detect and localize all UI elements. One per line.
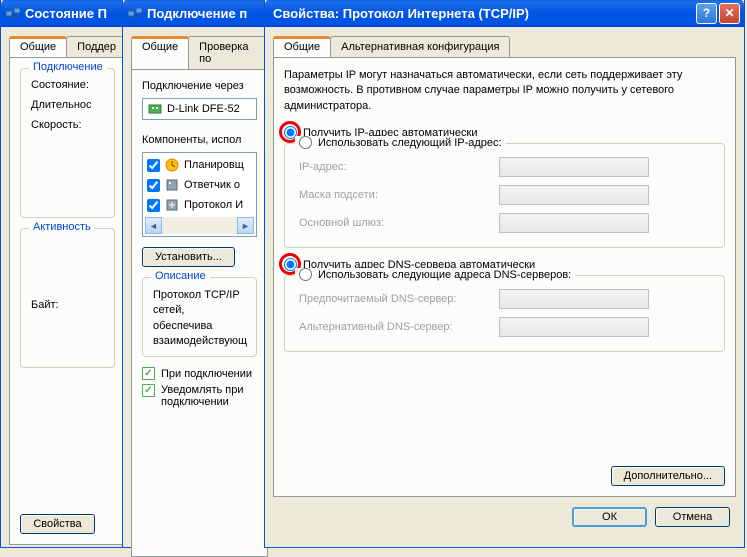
duration-label: Длительнос: [31, 99, 104, 111]
ok-button[interactable]: ОК: [572, 507, 647, 527]
component-checkbox[interactable]: [147, 179, 160, 192]
tab-general[interactable]: Общие: [273, 36, 331, 57]
title-text: Состояние П: [25, 6, 130, 21]
radio-label: Использовать следующий IP-адрес:: [318, 137, 502, 149]
notify-connect-check[interactable]: ✓ При подключении: [142, 367, 257, 380]
scroll-right-button[interactable]: ►: [237, 217, 254, 234]
ip-addr-label: IP-адрес:: [299, 161, 499, 173]
component-label: Планировщ: [184, 159, 244, 171]
component-checkbox[interactable]: [147, 159, 160, 172]
bytes-label: Байт:: [31, 299, 104, 311]
titlebar-tcpip[interactable]: Свойства: Протокол Интернета (TCP/IP) ? …: [265, 0, 744, 27]
tabs-conn: Общие Проверка по: [131, 36, 268, 69]
intro-text: Параметры IP могут назначаться автоматич…: [284, 68, 725, 114]
ip-mask-input: [499, 185, 649, 205]
scheduler-icon: [164, 157, 180, 173]
conn-via-label: Подключение через: [142, 80, 257, 92]
tab-auth[interactable]: Проверка по: [188, 36, 269, 69]
checkbox-icon: ✓: [142, 384, 155, 397]
tabs-tcpip: Общие Альтернативная конфигурация: [273, 36, 736, 57]
protocol-icon: [164, 197, 180, 213]
state-label: Состояние:: [31, 79, 104, 91]
description-group: Описание Протокол TCP/IP сетей, обеспечи…: [142, 277, 257, 357]
adapter-combo[interactable]: D-Link DFE-52: [142, 98, 257, 120]
network-icon: [5, 5, 21, 21]
desc-text: Протокол TCP/IP сетей, обеспечива взаимо…: [153, 288, 246, 350]
dns-manual-group: Использовать следующие адреса DNS-сервер…: [284, 275, 725, 352]
tab-general[interactable]: Общие: [131, 36, 189, 69]
components-list[interactable]: Планировщ Ответчик о Протокол И ◄ ►: [142, 152, 257, 237]
ip-gw-label: Основной шлюз:: [299, 217, 499, 229]
dns-pref-input: [499, 289, 649, 309]
nic-icon: [147, 101, 163, 117]
title-text: Подключение п: [147, 6, 272, 21]
components-label: Компоненты, испол: [142, 134, 257, 146]
desc-title: Описание: [151, 270, 210, 282]
dns-pref-label: Предпочитаемый DNS-сервер:: [299, 293, 499, 305]
radio-label: Использовать следующие адреса DNS-сервер…: [318, 269, 571, 281]
tab-support[interactable]: Поддер: [66, 36, 127, 57]
close-button[interactable]: ✕: [719, 3, 740, 24]
dialog-buttons: ОК Отмена: [265, 497, 744, 537]
tab-panel-status: Подключение Состояние: Длительнос Скорос…: [9, 57, 126, 545]
notify-limited-check[interactable]: ✓ Уведомлять при подключении: [142, 384, 257, 408]
ip-addr-input: [499, 157, 649, 177]
tab-panel-tcpip: Параметры IP могут назначаться автоматич…: [273, 57, 736, 497]
titlebar-conn[interactable]: Подключение п: [123, 0, 276, 27]
activity-group: Активность Байт:: [20, 228, 115, 368]
adapter-name: D-Link DFE-52: [167, 103, 252, 115]
speed-label: Скорость:: [31, 119, 104, 131]
checkbox-icon: ✓: [142, 367, 155, 380]
conn-group-title: Подключение: [29, 61, 107, 73]
ip-manual-group: Использовать следующий IP-адрес: IP-адре…: [284, 143, 725, 248]
tab-general[interactable]: Общие: [9, 36, 67, 57]
titlebar-status[interactable]: Состояние П: [1, 0, 134, 27]
connection-group: Подключение Состояние: Длительнос Скорос…: [20, 68, 115, 218]
advanced-button[interactable]: Дополнительно...: [611, 466, 725, 486]
tabs-status: Общие Поддер: [9, 36, 126, 57]
radio-dns-manual[interactable]: [299, 268, 312, 281]
tab-alt-config[interactable]: Альтернативная конфигурация: [330, 36, 510, 57]
list-item[interactable]: Планировщ: [145, 155, 254, 175]
dns-manual-radio[interactable]: Использовать следующие адреса DNS-сервер…: [295, 268, 575, 281]
dns-alt-label: Альтернативный DNS-сервер:: [299, 321, 499, 333]
scrollbar-horizontal[interactable]: ◄ ►: [145, 217, 254, 234]
network-icon: [127, 5, 143, 21]
check-label: Уведомлять при подключении: [161, 384, 243, 408]
ip-mask-label: Маска подсети:: [299, 189, 499, 201]
component-label: Ответчик о: [184, 179, 240, 191]
help-button[interactable]: ?: [696, 3, 717, 24]
cancel-button[interactable]: Отмена: [655, 507, 730, 527]
check-label: При подключении: [161, 368, 252, 380]
install-button[interactable]: Установить...: [142, 247, 235, 267]
component-checkbox[interactable]: [147, 199, 160, 212]
list-item[interactable]: Ответчик о: [145, 175, 254, 195]
list-item[interactable]: Протокол И: [145, 195, 254, 215]
dns-alt-input: [499, 317, 649, 337]
ip-gw-input: [499, 213, 649, 233]
ip-manual-radio[interactable]: Использовать следующий IP-адрес:: [295, 136, 506, 149]
responder-icon: [164, 177, 180, 193]
title-text: Свойства: Протокол Интернета (TCP/IP): [269, 6, 694, 21]
status-window: Состояние П Общие Поддер Подключение Сос…: [0, 0, 135, 548]
connection-props-window: Подключение п Общие Проверка по Подключе…: [122, 0, 277, 548]
tcpip-props-window: Свойства: Протокол Интернета (TCP/IP) ? …: [264, 0, 745, 548]
activity-group-title: Активность: [29, 221, 95, 233]
scroll-left-button[interactable]: ◄: [145, 217, 162, 234]
radio-ip-manual[interactable]: [299, 136, 312, 149]
component-label: Протокол И: [184, 199, 243, 211]
properties-button[interactable]: Свойства: [20, 514, 95, 534]
tab-panel-conn: Подключение через D-Link DFE-52 Компонен…: [131, 69, 268, 557]
